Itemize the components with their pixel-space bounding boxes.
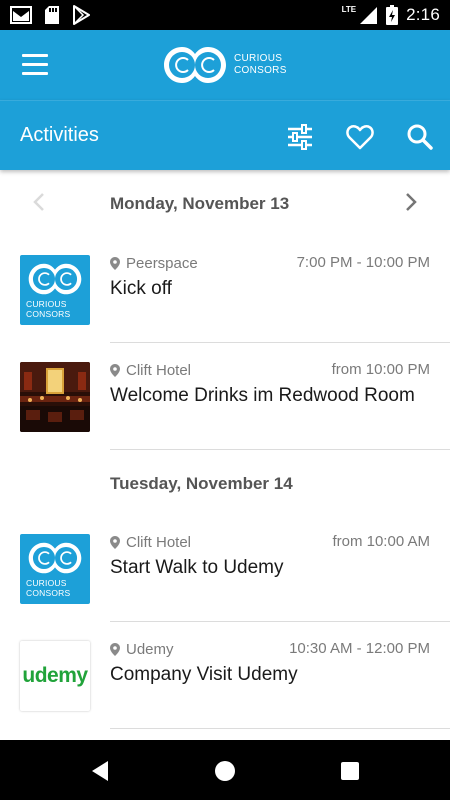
network-type: LTE bbox=[341, 4, 357, 14]
heart-icon[interactable] bbox=[345, 122, 375, 152]
recents-icon[interactable] bbox=[337, 758, 363, 784]
activity-title: Start Walk to Udemy bbox=[110, 557, 284, 578]
date-navigator: Monday, November 13 bbox=[0, 170, 450, 236]
activity-item[interactable]: Clift Hotel from 10:00 PM Welcome Drinks… bbox=[0, 343, 450, 450]
activity-title: Company Visit Udemy bbox=[110, 664, 298, 685]
activity-location: Udemy bbox=[110, 641, 174, 658]
location-pin-icon bbox=[110, 257, 120, 270]
clock: 2:16 bbox=[406, 5, 440, 24]
logo-line2: CONSORS bbox=[234, 65, 287, 76]
signal-icon bbox=[360, 7, 378, 24]
bar-interior-image bbox=[20, 362, 90, 432]
curious-consors-thumbnail: CURIOUS CONSORS bbox=[20, 534, 90, 604]
activity-list: Monday, November 13 CURIOUS CONSORS Peer… bbox=[0, 170, 450, 740]
chevron-right-icon[interactable] bbox=[398, 190, 422, 214]
screen: { "status_bar": { "time": "2:16", "netwo… bbox=[0, 0, 450, 800]
battery-icon bbox=[386, 5, 399, 25]
activity-location: Clift Hotel bbox=[110, 362, 191, 379]
curious-consors-logo-icon bbox=[28, 263, 82, 295]
gmail-icon bbox=[10, 6, 32, 24]
page-title: Activities bbox=[20, 124, 99, 146]
thumbnail-text: CURIOUS CONSORS bbox=[26, 578, 70, 598]
location-label: Clift Hotel bbox=[126, 534, 192, 551]
activity-location: Clift Hotel bbox=[110, 534, 191, 551]
system-icons: LTE 2:16 bbox=[342, 0, 440, 30]
filter-icon[interactable] bbox=[285, 122, 315, 152]
thumbnail-line2: CONSORS bbox=[26, 588, 71, 598]
location-label: Clift Hotel bbox=[126, 362, 192, 379]
activities-header: Activities bbox=[0, 100, 450, 170]
udemy-logo: udemy bbox=[20, 641, 90, 711]
logo-line1: CURIOUS bbox=[234, 53, 283, 64]
date-section-header: Tuesday, November 14 bbox=[0, 450, 450, 516]
location-pin-icon bbox=[110, 364, 120, 377]
activity-item[interactable]: CURIOUS CONSORS Peerspace 7:00 PM - 10:0… bbox=[0, 236, 450, 343]
location-pin-icon bbox=[110, 536, 120, 549]
play-store-icon bbox=[73, 5, 90, 25]
date-heading: Tuesday, November 14 bbox=[110, 474, 293, 493]
curious-consors-logo-icon bbox=[28, 542, 82, 574]
chevron-left-icon[interactable] bbox=[28, 190, 52, 214]
divider bbox=[110, 728, 450, 729]
curious-consors-thumbnail: CURIOUS CONSORS bbox=[20, 255, 90, 325]
search-icon[interactable] bbox=[405, 122, 435, 152]
back-icon[interactable] bbox=[88, 758, 114, 784]
thumbnail-text: CURIOUS CONSORS bbox=[26, 299, 70, 319]
thumbnail-line1: CURIOUS bbox=[26, 578, 67, 588]
udemy-logo-text: udemy bbox=[22, 664, 88, 687]
thumbnail-line1: CURIOUS bbox=[26, 299, 67, 309]
curious-consors-logo-icon bbox=[164, 47, 226, 83]
activity-location: Peerspace bbox=[110, 255, 198, 272]
activity-title: Kick off bbox=[110, 278, 172, 299]
sd-card-icon bbox=[45, 6, 59, 24]
date-heading: Monday, November 13 bbox=[110, 194, 290, 213]
activity-title: Welcome Drinks im Redwood Room bbox=[110, 385, 415, 406]
activity-item[interactable]: CURIOUS CONSORS Clift Hotel from 10:00 A… bbox=[0, 515, 450, 622]
activity-time: from 10:00 AM bbox=[332, 533, 430, 550]
menu-button[interactable] bbox=[22, 54, 48, 76]
location-label: Udemy bbox=[126, 641, 174, 658]
thumbnail-line2: CONSORS bbox=[26, 309, 71, 319]
home-icon[interactable] bbox=[212, 758, 238, 784]
redwood-room-photo bbox=[20, 362, 90, 432]
location-pin-icon bbox=[110, 643, 120, 656]
system-nav-bar bbox=[0, 740, 450, 800]
activity-time: from 10:00 PM bbox=[331, 361, 430, 378]
location-label: Peerspace bbox=[126, 255, 198, 272]
app-logo: CURIOUS CONSORS bbox=[162, 45, 287, 85]
logo-text: CURIOUS CONSORS bbox=[234, 53, 287, 77]
activity-time: 10:30 AM - 12:00 PM bbox=[289, 640, 430, 657]
activity-item[interactable]: udemy Udemy 10:30 AM - 12:00 PM Company … bbox=[0, 622, 450, 729]
activity-time: 7:00 PM - 10:00 PM bbox=[296, 254, 430, 271]
notification-icons bbox=[10, 5, 90, 25]
app-toolbar: CURIOUS CONSORS bbox=[0, 30, 450, 100]
status-bar: LTE 2:16 bbox=[0, 0, 450, 30]
